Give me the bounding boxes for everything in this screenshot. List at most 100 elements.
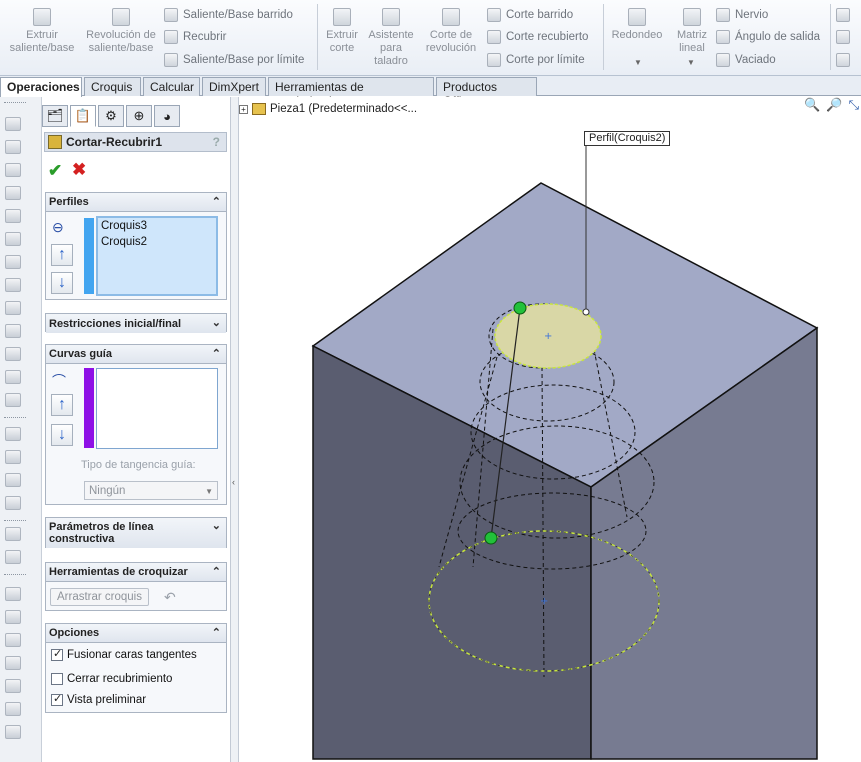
callout-anchor [582, 308, 590, 316]
checkbox-box[interactable] [51, 692, 63, 706]
collapse-panel-icon[interactable]: ‹ [232, 477, 238, 507]
corte-revolucion-button[interactable]: Corte de revolución [421, 8, 481, 55]
loft-strip-icon[interactable] [5, 186, 21, 200]
ribbon-overflow-icon-2[interactable] [836, 28, 855, 46]
ribbon-overflow-icon-1[interactable] [836, 6, 855, 24]
boundary-icon[interactable] [5, 209, 21, 223]
extruir-corte-button[interactable]: Extruir corte [321, 8, 363, 55]
tab-herramientas-renderizado[interactable]: Herramientas de renderizado [268, 77, 434, 108]
checkbox-box[interactable] [51, 673, 63, 685]
perfiles-listbox[interactable]: Croquis3 Croquis2 [96, 216, 218, 296]
model-canvas[interactable]: + + [239, 97, 861, 762]
herramientas-header[interactable]: Herramientas de croquizar ⌃ [46, 563, 226, 582]
collapse-chevron-icon[interactable]: ⌃ [212, 347, 221, 360]
tab-calcular[interactable]: Calcular [143, 77, 200, 96]
view-back-icon[interactable] [5, 610, 21, 624]
arrastrar-croquis-button[interactable]: Arrastrar croquis [50, 588, 149, 606]
nervio-button[interactable]: Nervio [716, 6, 768, 24]
recubrir-button[interactable]: Recubrir [164, 28, 226, 46]
saliente-limite-button[interactable]: Saliente/Base por límite [164, 51, 304, 69]
cancel-x-icon[interactable]: ✖ [72, 160, 86, 180]
collapse-chevron-icon[interactable]: ⌃ [212, 565, 221, 578]
cerrar-recubrimiento-checkbox[interactable]: Cerrar recubrimiento [51, 671, 172, 687]
reference-icon[interactable] [5, 496, 21, 510]
move-up-arrow-icon[interactable]: ↑ [51, 244, 73, 266]
collapse-chevron-icon[interactable]: ⌃ [212, 195, 221, 208]
view-right-icon[interactable] [5, 656, 21, 670]
matriz-lineal-button[interactable]: Matriz lineal [672, 8, 712, 55]
matriz-dropdown-icon[interactable]: ▼ [687, 58, 695, 67]
help-button[interactable]: ? [213, 135, 220, 149]
sketch-point-icon[interactable] [5, 527, 21, 541]
corte-limite-button[interactable]: Corte por límite [487, 51, 585, 69]
parametros-header[interactable]: Parámetros de línea constructiva ⌄ [46, 518, 226, 548]
draft-strip-icon[interactable] [5, 370, 21, 384]
wrap-icon[interactable] [5, 393, 21, 407]
ribbon-overflow-icon-3[interactable] [836, 51, 855, 69]
graphics-area[interactable]: + Pieza1 (Predeterminado<<... 🔍 🔎 ⤡ + + … [239, 97, 861, 762]
tab-productos-office[interactable]: Productos Office [436, 77, 537, 108]
curvas-guia-listbox[interactable] [96, 368, 218, 449]
manager-tabs: 🗂 📋 ⚙ ⊕ ◕ [42, 105, 230, 127]
view-left-icon[interactable] [5, 633, 21, 647]
expand-chevron-icon[interactable]: ⌄ [212, 520, 221, 532]
fillet-strip-icon[interactable] [5, 278, 21, 292]
ok-check-icon[interactable]: ✔ [48, 161, 62, 181]
chamfer-icon[interactable] [5, 301, 21, 315]
restricciones-header[interactable]: Restricciones inicial/final ⌄ [46, 314, 226, 333]
extruir-saliente-button[interactable]: Extruir saliente/base [6, 8, 78, 55]
perfiles-header[interactable]: Perfiles ⌃ [46, 193, 226, 212]
property-manager-tab-icon[interactable]: 📋 [70, 105, 96, 127]
vista-preliminar-checkbox[interactable]: Vista preliminar [51, 692, 146, 708]
lofted-cut-feature-icon [48, 135, 62, 149]
configuration-manager-tab-icon[interactable]: ⚙ [98, 105, 124, 127]
vaciado-button[interactable]: Vaciado [716, 51, 776, 69]
move-down-arrow-icon[interactable]: ↓ [51, 424, 73, 446]
angulo-salida-button[interactable]: Ángulo de salida [716, 28, 820, 46]
sweep-icon[interactable] [5, 163, 21, 177]
tab-dimxpert[interactable]: DimXpert [202, 77, 266, 96]
curvas-guia-header[interactable]: Curvas guía ⌃ [46, 345, 226, 364]
move-up-arrow-icon[interactable]: ↑ [51, 394, 73, 416]
panel-splitter[interactable]: ‹ [230, 97, 239, 762]
restricciones-group[interactable]: Restricciones inicial/final ⌄ [45, 313, 227, 333]
redondeo-button[interactable]: Redondeo [608, 8, 666, 42]
undo-icon[interactable]: ↶ [164, 589, 176, 606]
feature-manager-tab-icon[interactable]: 🗂 [42, 105, 68, 127]
cut-extrude-icon[interactable] [5, 232, 21, 246]
opciones-header[interactable]: Opciones ⌃ [46, 624, 226, 643]
display-manager-tab-icon[interactable]: ◕ [154, 105, 180, 127]
shell-strip-icon[interactable] [5, 347, 21, 361]
rib-strip-icon[interactable] [5, 324, 21, 338]
move-down-arrow-icon[interactable]: ↓ [51, 272, 73, 294]
pattern-icon[interactable] [5, 427, 21, 441]
parametros-group[interactable]: Parámetros de línea constructiva ⌄ [45, 517, 227, 548]
dimxpert-manager-tab-icon[interactable]: ⊕ [126, 105, 152, 127]
tipo-tangencia-select[interactable]: Ningún ▼ [84, 481, 218, 500]
view-top-icon[interactable] [5, 679, 21, 693]
plane-icon[interactable] [5, 255, 21, 269]
redondeo-dropdown-icon[interactable]: ▼ [634, 58, 642, 67]
view-bottom-icon[interactable] [5, 702, 21, 716]
mirror-icon[interactable] [5, 450, 21, 464]
asistente-taladro-button[interactable]: Asistente para taladro [365, 8, 417, 68]
curve-icon[interactable] [5, 473, 21, 487]
view-iso-icon[interactable] [5, 725, 21, 739]
revolucion-saliente-button[interactable]: Revolución de saliente/base [82, 8, 160, 55]
view-front-icon[interactable] [5, 587, 21, 601]
checkbox-box[interactable] [51, 647, 63, 661]
spline-icon[interactable] [5, 550, 21, 564]
tab-croquis[interactable]: Croquis [84, 77, 141, 96]
list-item[interactable]: Croquis3 [98, 218, 216, 234]
collapse-chevron-icon[interactable]: ⌃ [212, 626, 221, 639]
profile-callout[interactable]: Perfil(Croquis2) [584, 131, 671, 146]
corte-recubierto-button[interactable]: Corte recubierto [487, 28, 588, 46]
tab-operaciones[interactable]: Operaciones [0, 77, 82, 97]
list-item[interactable]: Croquis2 [98, 234, 216, 250]
fusionar-caras-checkbox[interactable]: Fusionar caras tangentes [51, 647, 197, 663]
saliente-barrido-button[interactable]: Saliente/Base barrido [164, 6, 293, 24]
corte-barrido-button[interactable]: Corte barrido [487, 6, 573, 24]
expand-chevron-icon[interactable]: ⌄ [212, 316, 221, 329]
revolve-icon[interactable] [5, 140, 21, 154]
extrude-icon[interactable] [5, 117, 21, 131]
